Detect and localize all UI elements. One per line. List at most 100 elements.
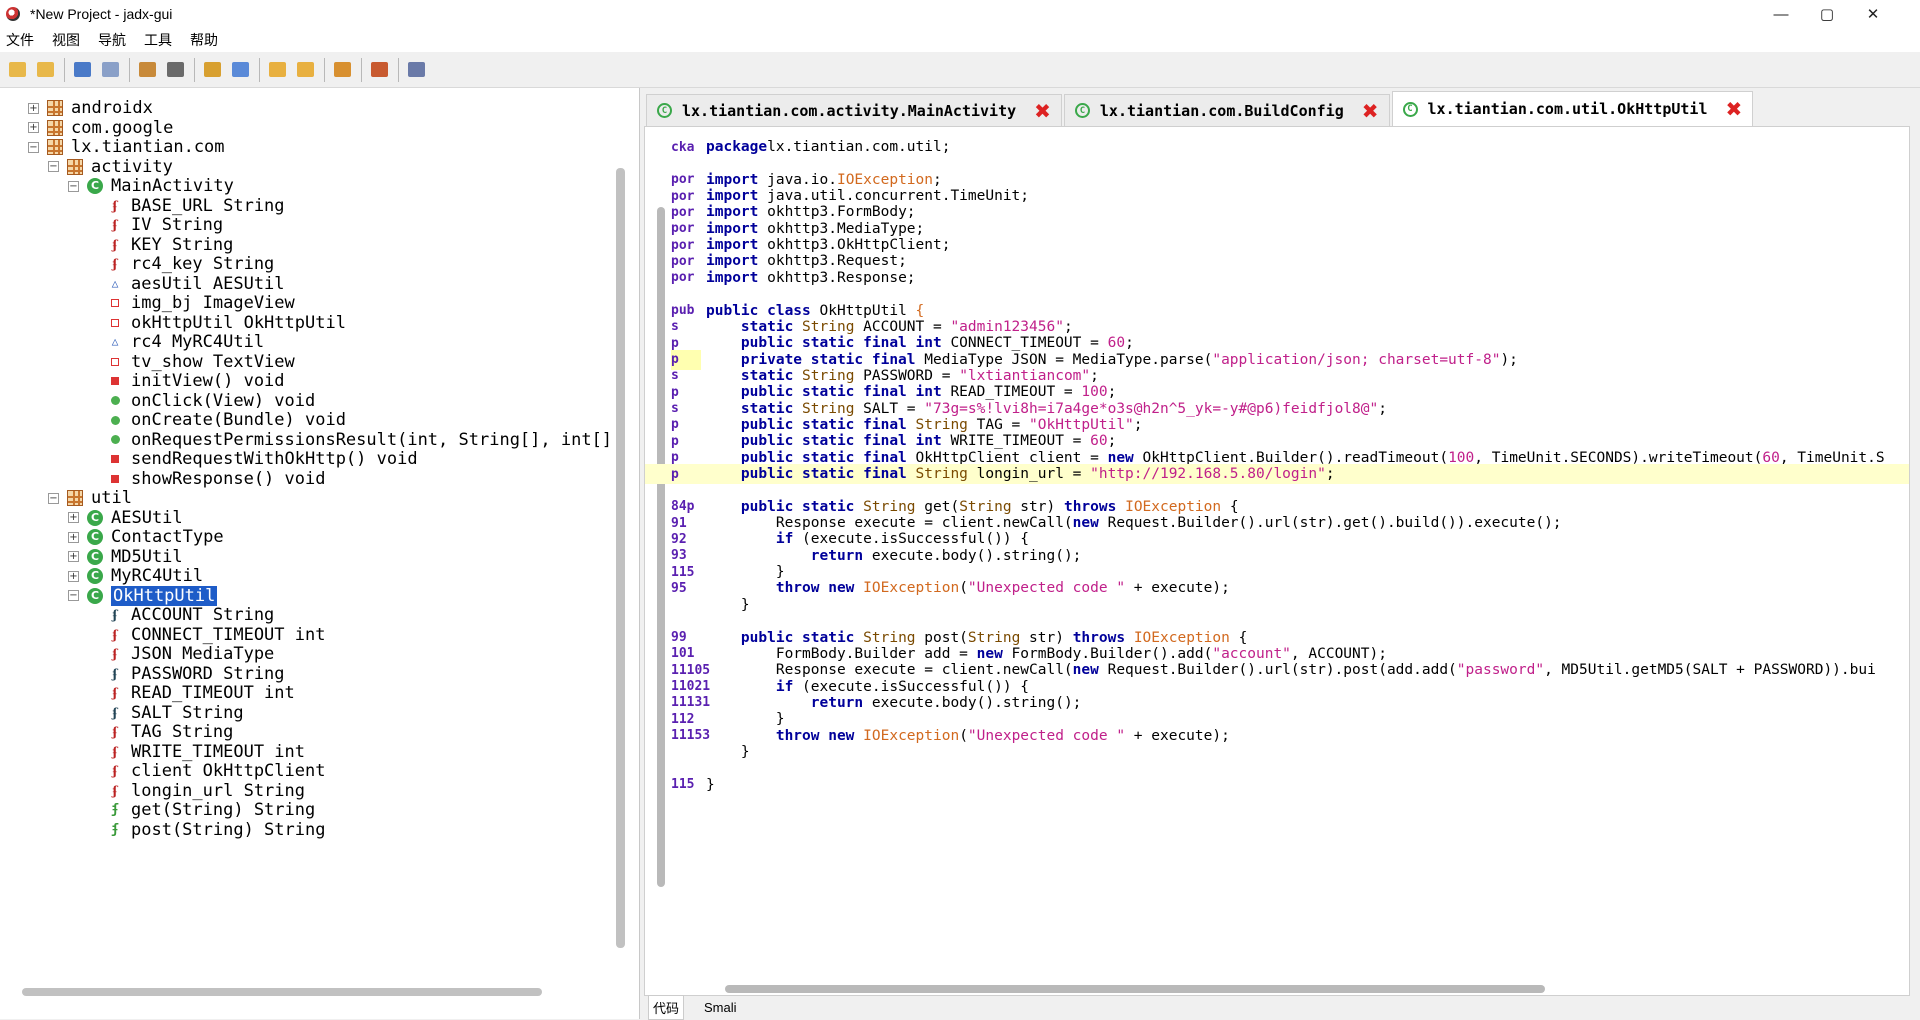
line-number: 11153 — [671, 728, 711, 744]
tree-vertical-scrollbar[interactable] — [616, 168, 625, 948]
sync-tree-icon — [138, 62, 156, 77]
menu-item-1[interactable]: 视图 — [52, 30, 80, 50]
line-number: 91 — [671, 515, 687, 531]
class-tab-icon: C — [657, 103, 672, 118]
close-tab-icon[interactable]: ✖ — [1034, 99, 1051, 123]
code-horizontal-scrollbar[interactable] — [725, 985, 1545, 993]
method-static-icon: ʄ — [111, 821, 119, 837]
line-number: p — [671, 384, 679, 400]
flatten-icon — [166, 62, 184, 77]
line-number: 84p — [671, 499, 695, 515]
preferences-button[interactable] — [403, 57, 429, 83]
line-number: 92 — [671, 531, 687, 547]
export-button[interactable] — [97, 57, 123, 83]
class-icon: C — [87, 548, 103, 565]
line-number: 11105 — [671, 662, 711, 678]
line-number: p — [671, 335, 679, 351]
line-number: 11021 — [671, 679, 711, 695]
line-number: 115 — [671, 564, 695, 580]
line-number: 112 — [671, 711, 695, 727]
menu-item-4[interactable]: 帮助 — [190, 30, 218, 50]
close-tab-icon[interactable]: ✖ — [1362, 99, 1379, 123]
forward-button[interactable] — [292, 57, 318, 83]
field-icon: ʄ — [112, 744, 118, 759]
field-icon: ʄ — [112, 666, 118, 681]
collapse-icon[interactable]: − — [68, 590, 79, 601]
expand-icon[interactable]: + — [28, 102, 39, 114]
line-number: por — [671, 221, 695, 237]
jadx-window: *New Project - jadx-gui — ▢ ✕ 文件 视图 导航 工具 帮助… — [0, 0, 1920, 1020]
menu-item-0[interactable]: 文件 — [6, 30, 34, 50]
close-tab-icon[interactable]: ✖ — [1725, 97, 1742, 121]
flatten-button[interactable] — [162, 57, 188, 83]
collapse-icon[interactable]: − — [48, 492, 59, 504]
tree-horizontal-scrollbar[interactable] — [22, 988, 542, 996]
field-icon: ʄ — [112, 237, 118, 252]
editor-tab[interactable]: Clx.tiantian.com.BuildConfig ✖ — [1063, 94, 1390, 126]
add-file-icon — [36, 62, 54, 77]
field-private-icon — [107, 315, 123, 331]
field-icon: ʄ — [112, 764, 118, 778]
bottom-tab[interactable]: Smali — [700, 998, 741, 1017]
save-all-icon — [73, 62, 91, 77]
collapse-icon[interactable]: − — [28, 141, 39, 153]
expand-icon[interactable]: + — [28, 122, 39, 133]
line-number: s — [671, 319, 679, 335]
code-area[interactable]: cka packagelx.tiantian.com.util; por import… — [644, 126, 1910, 996]
line-number: por — [671, 253, 695, 269]
method-private-icon — [107, 471, 123, 487]
toolbar-separator — [324, 57, 325, 82]
method-public-icon — [107, 412, 123, 428]
project-tree[interactable]: + androidx + com.google − lx.tiantian.com − act… — [0, 88, 640, 1019]
expand-icon[interactable]: + — [68, 570, 79, 582]
save-all-button[interactable] — [69, 57, 95, 83]
package-icon — [67, 490, 83, 506]
collapse-icon[interactable]: − — [68, 180, 79, 192]
line-number: por — [671, 204, 695, 220]
search-class-button[interactable] — [227, 57, 253, 83]
toolbar-separator — [129, 57, 130, 82]
field-icon: ʄ — [112, 198, 118, 213]
menu-item-2[interactable]: 导航 — [98, 30, 126, 50]
minimize-button[interactable]: — — [1758, 0, 1804, 28]
expand-icon[interactable]: + — [68, 531, 79, 543]
tree-node[interactable]: ʄ post(String) String — [88, 818, 325, 842]
line-number: 93 — [671, 548, 687, 564]
field-icon: ʄ — [112, 627, 118, 642]
line-number: por — [671, 237, 695, 253]
search-text-button[interactable] — [199, 57, 225, 83]
back-button[interactable] — [264, 57, 290, 83]
editor-tab-label: lx.tiantian.com.BuildConfig — [1099, 101, 1344, 120]
sync-tree-button[interactable] — [134, 57, 160, 83]
line-number: p — [671, 466, 679, 482]
decompile-button[interactable] — [329, 57, 355, 83]
close-window-button[interactable]: ✕ — [1850, 0, 1896, 28]
method-public-icon — [107, 393, 123, 409]
forward-icon — [296, 62, 314, 77]
open-file-button[interactable] — [4, 57, 30, 83]
line-number: pub — [671, 303, 695, 318]
open-file-icon — [8, 62, 26, 77]
log-button[interactable] — [366, 57, 392, 83]
method-public-icon — [107, 432, 123, 448]
toolbar-separator — [259, 57, 260, 82]
bottom-tab[interactable]: 代码 — [648, 995, 685, 1020]
collapse-icon[interactable]: − — [48, 161, 59, 172]
class-icon: C — [87, 178, 103, 194]
expand-icon[interactable]: + — [68, 551, 79, 562]
maximize-button[interactable]: ▢ — [1804, 0, 1850, 28]
line-number: p — [671, 352, 679, 368]
code-line[interactable]: 115} — [645, 775, 1909, 795]
method-private-icon — [107, 451, 123, 467]
field-icon: ʄ — [112, 257, 118, 271]
app-icon — [6, 7, 20, 21]
code-editor: Clx.tiantian.com.activity.MainActivity ✖ C… — [644, 88, 1920, 1020]
editor-tab[interactable]: Clx.tiantian.com.util.OkHttpUtil ✖ — [1391, 91, 1754, 126]
add-file-button[interactable] — [32, 57, 58, 83]
line-number: 95 — [671, 580, 687, 596]
line-number: 99 — [671, 630, 687, 645]
line-number: 101 — [671, 646, 695, 662]
expand-icon[interactable]: + — [68, 512, 79, 523]
menu-item-3[interactable]: 工具 — [144, 30, 172, 50]
editor-tab[interactable]: Clx.tiantian.com.activity.MainActivity ✖ — [646, 94, 1062, 126]
